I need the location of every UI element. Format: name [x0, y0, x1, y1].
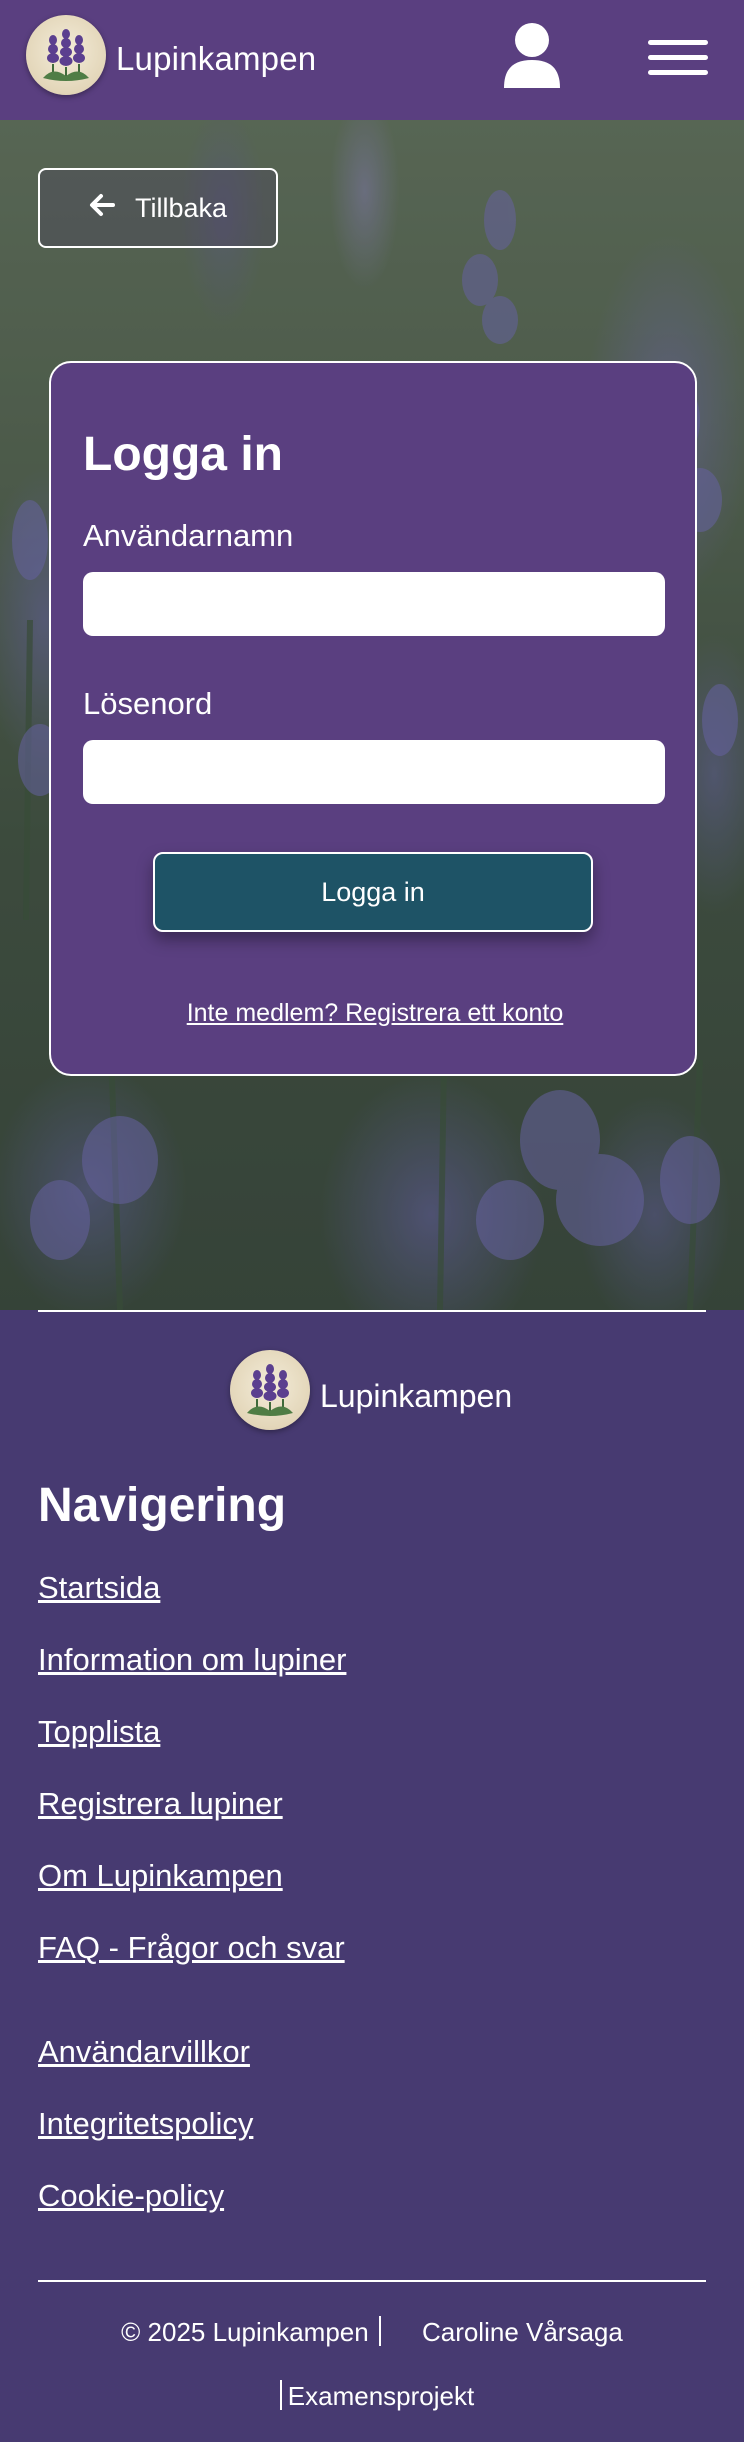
- footer-nav-heading: Navigering: [38, 1479, 287, 1532]
- login-card: Logga in Användarnamn Lösenord Logga in …: [49, 361, 697, 1076]
- copyright-text: © 2025 Lupinkampen: [121, 2317, 369, 2347]
- footer-top-divider: [38, 1310, 706, 1312]
- back-button-label: Tillbaka: [134, 192, 228, 223]
- site-header: Lupinkampen: [0, 0, 744, 120]
- footer-link-faq[interactable]: FAQ - Frågor och svar: [38, 1930, 345, 1966]
- footer-link-anvandarvillkor[interactable]: Användarvillkor: [38, 2034, 250, 2070]
- footer-link-startsida[interactable]: Startsida: [38, 1570, 160, 1606]
- footer-link-cookie-policy[interactable]: Cookie-policy: [38, 2178, 224, 2214]
- username-label: Användarnamn: [83, 518, 294, 553]
- footer-credits: © 2025 Lupinkampen Caroline Vårsaga: [0, 2316, 744, 2348]
- back-button[interactable]: Tillbaka: [38, 168, 278, 248]
- password-input[interactable]: [83, 740, 665, 804]
- login-title: Logga in: [83, 428, 283, 481]
- register-account-link[interactable]: Inte medlem? Registrera ett konto: [51, 999, 699, 1028]
- hamburger-menu-icon[interactable]: [648, 40, 708, 76]
- username-input[interactable]: [83, 572, 665, 636]
- logo-link[interactable]: [26, 15, 106, 95]
- author-name: Caroline Vårsaga: [421, 2317, 623, 2347]
- footer-link-integritetspolicy[interactable]: Integritetspolicy: [38, 2106, 253, 2142]
- user-icon[interactable]: [500, 22, 564, 90]
- footer-link-information[interactable]: Information om lupiner: [38, 1642, 346, 1678]
- footer-project: Examensprojekt: [0, 2380, 744, 2412]
- footer-logo[interactable]: [230, 1350, 310, 1430]
- footer-link-topplista[interactable]: Topplista: [38, 1714, 160, 1750]
- footer-brand-name: Lupinkampen: [320, 1378, 513, 1414]
- password-label: Lösenord: [83, 686, 213, 721]
- brand-name[interactable]: Lupinkampen: [116, 40, 316, 78]
- project-name: Examensprojekt: [287, 2381, 475, 2411]
- separator: [279, 2380, 282, 2410]
- footer-link-registrera[interactable]: Registrera lupiner: [38, 1786, 283, 1822]
- login-submit-button[interactable]: Logga in: [153, 852, 593, 932]
- lupin-logo-icon: [230, 1350, 310, 1430]
- footer-bottom-divider: [38, 2280, 706, 2282]
- site-footer: Lupinkampen Navigering Startsida Informa…: [0, 1310, 744, 2442]
- separator: [378, 2316, 381, 2346]
- lupin-logo-icon: [26, 15, 106, 95]
- footer-link-om[interactable]: Om Lupinkampen: [38, 1858, 283, 1894]
- arrow-left-icon: [89, 193, 115, 224]
